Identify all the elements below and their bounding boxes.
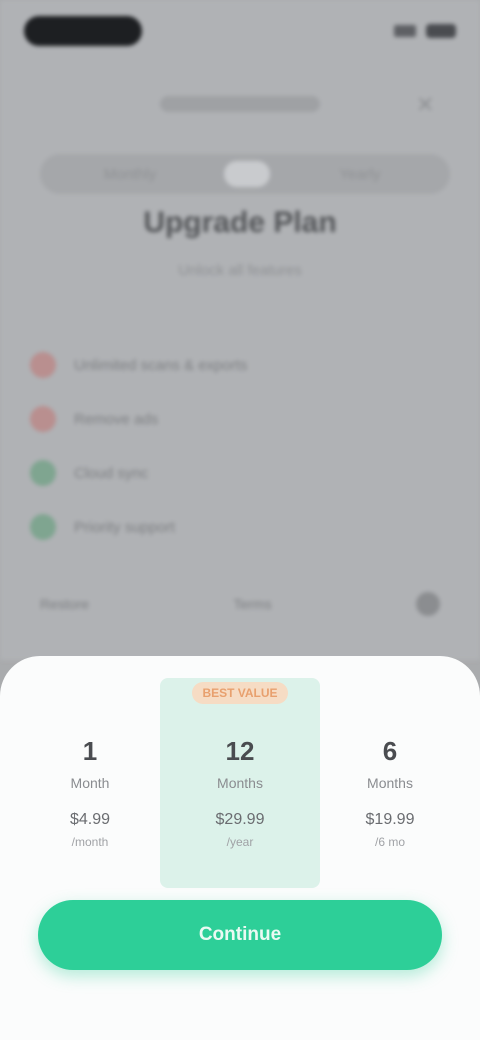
continue-button[interactable]: Continue — [38, 900, 442, 970]
plan-price: $29.99 — [215, 811, 265, 828]
feature-item: Cloud sync — [30, 448, 450, 498]
toggle-left-label[interactable]: Monthly — [40, 166, 220, 183]
hero-subtitle: Unlock all features — [178, 262, 302, 279]
plan-bottom-sheet: 1 Month $4.99 /month BEST VALUE 12 Month… — [0, 656, 480, 1040]
feature-dot-icon — [30, 352, 56, 378]
feature-text: Priority support — [74, 518, 175, 536]
signal-icon — [394, 25, 416, 37]
plan-option-12-months[interactable]: BEST VALUE 12 Months $29.99 /year — [160, 678, 320, 888]
plan-unit: Month — [70, 775, 110, 791]
plan-per-unit: /month — [71, 835, 109, 849]
plan-option-6-months[interactable]: 6 Months $19.99 /6 mo — [320, 678, 460, 888]
plan-unit: Months — [367, 775, 413, 791]
best-value-badge: BEST VALUE — [192, 682, 288, 704]
feature-text: Cloud sync — [74, 464, 149, 482]
feature-item: Remove ads — [30, 394, 450, 444]
plan-per-unit: /6 mo — [374, 835, 405, 849]
feature-dot-icon — [30, 514, 56, 540]
plan-unit: Months — [217, 775, 263, 791]
close-icon[interactable]: ✕ — [416, 92, 440, 117]
top-bar-title — [160, 96, 320, 112]
plan-option-1-month[interactable]: 1 Month $4.99 /month — [20, 678, 160, 888]
toggle-switch[interactable] — [224, 161, 270, 187]
toggle-right-label[interactable]: Yearly — [270, 166, 450, 183]
hero-title: Upgrade Plan — [143, 206, 337, 239]
screen: 9:41 ✕ Monthly Yearly Upgrade Plan Unloc… — [0, 0, 480, 1040]
top-bar: ✕ — [0, 86, 480, 126]
plan-price: $4.99 — [69, 811, 111, 828]
plan-price: $19.99 — [365, 811, 415, 828]
plan-per-unit: /year — [226, 835, 254, 849]
plan-count: 1 — [82, 736, 98, 766]
feature-text: Unlimited scans & exports — [74, 356, 248, 374]
info-icon[interactable] — [416, 592, 440, 616]
feature-text: Remove ads — [74, 410, 159, 428]
terms-link[interactable]: Terms — [233, 596, 271, 612]
plan-count: 12 — [225, 736, 255, 766]
feature-item: Unlimited scans & exports — [30, 340, 450, 390]
feature-dot-icon — [30, 460, 56, 486]
plan-options: 1 Month $4.99 /month BEST VALUE 12 Month… — [20, 678, 460, 888]
status-bar: 9:41 — [24, 14, 456, 48]
status-icons — [394, 24, 456, 38]
bottom-links: Restore Terms — [40, 592, 440, 616]
feature-list: Unlimited scans & exports Remove ads Clo… — [30, 340, 450, 556]
battery-icon — [426, 24, 456, 38]
plan-count: 6 — [382, 736, 398, 766]
status-time: 9:41 — [24, 16, 142, 46]
billing-toggle[interactable]: Monthly Yearly — [40, 154, 450, 194]
restore-link[interactable]: Restore — [40, 596, 89, 612]
background-page: 9:41 ✕ Monthly Yearly Upgrade Plan Unloc… — [0, 0, 480, 660]
feature-item: Priority support — [30, 502, 450, 552]
feature-dot-icon — [30, 406, 56, 432]
